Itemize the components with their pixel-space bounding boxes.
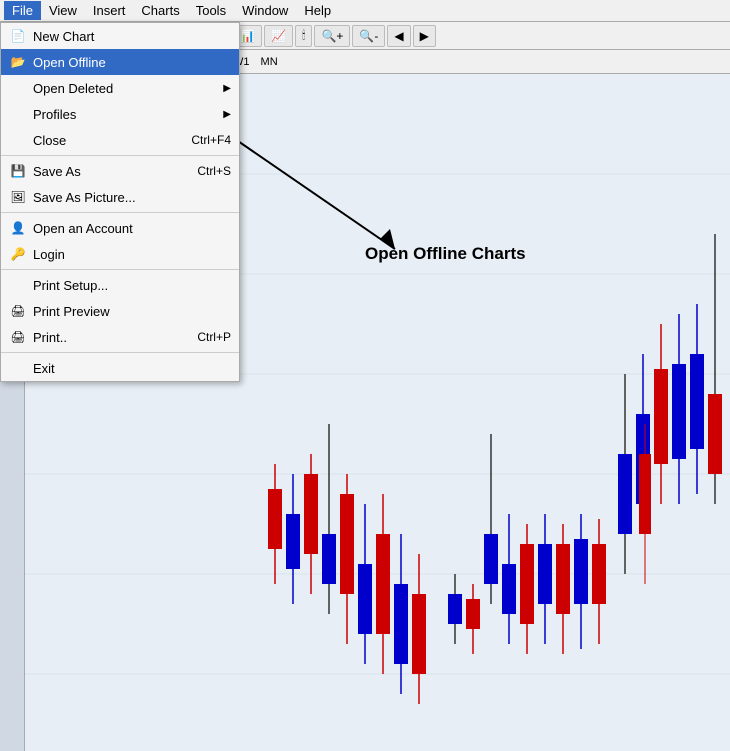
zoom-in-btn[interactable]: 🔍+ <box>314 25 350 47</box>
print-preview-icon: 🖨 <box>9 302 27 320</box>
menu-open-account[interactable]: 👤 Open an Account <box>1 215 239 241</box>
zoom-out-btn[interactable]: 🔍- <box>352 25 385 47</box>
menu-save-as-picture[interactable]: 🖼 Save As Picture... <box>1 184 239 210</box>
menubar: File View Insert Charts Tools Window Hel… <box>0 0 730 22</box>
menu-view[interactable]: View <box>41 1 85 20</box>
print-preview-label: Print Preview <box>33 304 110 319</box>
print-shortcut: Ctrl+P <box>197 330 231 344</box>
menu-exit[interactable]: Exit <box>1 355 239 381</box>
print-icon: 🖨 <box>9 328 27 346</box>
open-offline-icon: 📂 <box>9 53 27 71</box>
chart-line-btn[interactable]: 📈 <box>264 25 293 47</box>
new-chart-label: New Chart <box>33 29 94 44</box>
menu-help[interactable]: Help <box>296 1 339 20</box>
save-as-shortcut: Ctrl+S <box>197 164 231 178</box>
open-account-label: Open an Account <box>33 221 133 236</box>
login-icon: 🔑 <box>9 245 27 263</box>
menu-open-offline[interactable]: 📂 Open Offline <box>1 49 239 75</box>
open-offline-label: Open Offline <box>33 55 106 70</box>
scroll-left-btn[interactable]: ◀ <box>387 25 410 47</box>
save-as-icon: 💾 <box>9 162 27 180</box>
menu-window[interactable]: Window <box>234 1 296 20</box>
menu-sep-3 <box>1 269 239 270</box>
menu-sep-1 <box>1 155 239 156</box>
close-shortcut: Ctrl+F4 <box>191 133 231 147</box>
menu-login[interactable]: 🔑 Login <box>1 241 239 267</box>
menu-tools[interactable]: Tools <box>188 1 234 20</box>
profiles-arrow-icon: ▶ <box>223 109 231 120</box>
menu-open-deleted[interactable]: Open Deleted ▶ <box>1 75 239 101</box>
scroll-right-btn[interactable]: ▶ <box>413 25 436 47</box>
close-icon <box>9 131 27 149</box>
menu-print-preview[interactable]: 🖨 Print Preview <box>1 298 239 324</box>
file-dropdown-menu: 📄 New Chart 📂 Open Offline Open Deleted … <box>0 22 240 382</box>
open-deleted-icon <box>9 79 27 97</box>
save-as-picture-icon: 🖼 <box>9 188 27 206</box>
menu-file[interactable]: File <box>4 1 41 20</box>
profiles-label: Profiles <box>33 107 76 122</box>
save-as-picture-label: Save As Picture... <box>33 190 136 205</box>
menu-close[interactable]: Close Ctrl+F4 <box>1 127 239 153</box>
open-deleted-label: Open Deleted <box>33 81 113 96</box>
menu-charts[interactable]: Charts <box>133 1 187 20</box>
menu-print-setup[interactable]: Print Setup... <box>1 272 239 298</box>
menu-profiles[interactable]: Profiles ▶ <box>1 101 239 127</box>
open-account-icon: 👤 <box>9 219 27 237</box>
menu-sep-2 <box>1 212 239 213</box>
chart-candle-btn[interactable]: 🕯 <box>295 25 312 47</box>
menu-save-as[interactable]: 💾 Save As Ctrl+S <box>1 158 239 184</box>
menu-new-chart[interactable]: 📄 New Chart <box>1 23 239 49</box>
menu-sep-4 <box>1 352 239 353</box>
login-label: Login <box>33 247 65 262</box>
open-deleted-arrow-icon: ▶ <box>223 83 231 94</box>
menu-insert[interactable]: Insert <box>85 1 134 20</box>
save-as-label: Save As <box>33 164 81 179</box>
exit-label: Exit <box>33 361 55 376</box>
print-label: Print.. <box>33 330 67 345</box>
profiles-icon <box>9 105 27 123</box>
tf-mn[interactable]: MN <box>256 54 283 70</box>
new-chart-icon: 📄 <box>9 27 27 45</box>
close-label: Close <box>33 133 66 148</box>
print-setup-label: Print Setup... <box>33 278 108 293</box>
annotation-text: Open Offline Charts <box>365 244 526 264</box>
exit-icon <box>9 359 27 377</box>
menu-print[interactable]: 🖨 Print.. Ctrl+P <box>1 324 239 350</box>
print-setup-icon <box>9 276 27 294</box>
